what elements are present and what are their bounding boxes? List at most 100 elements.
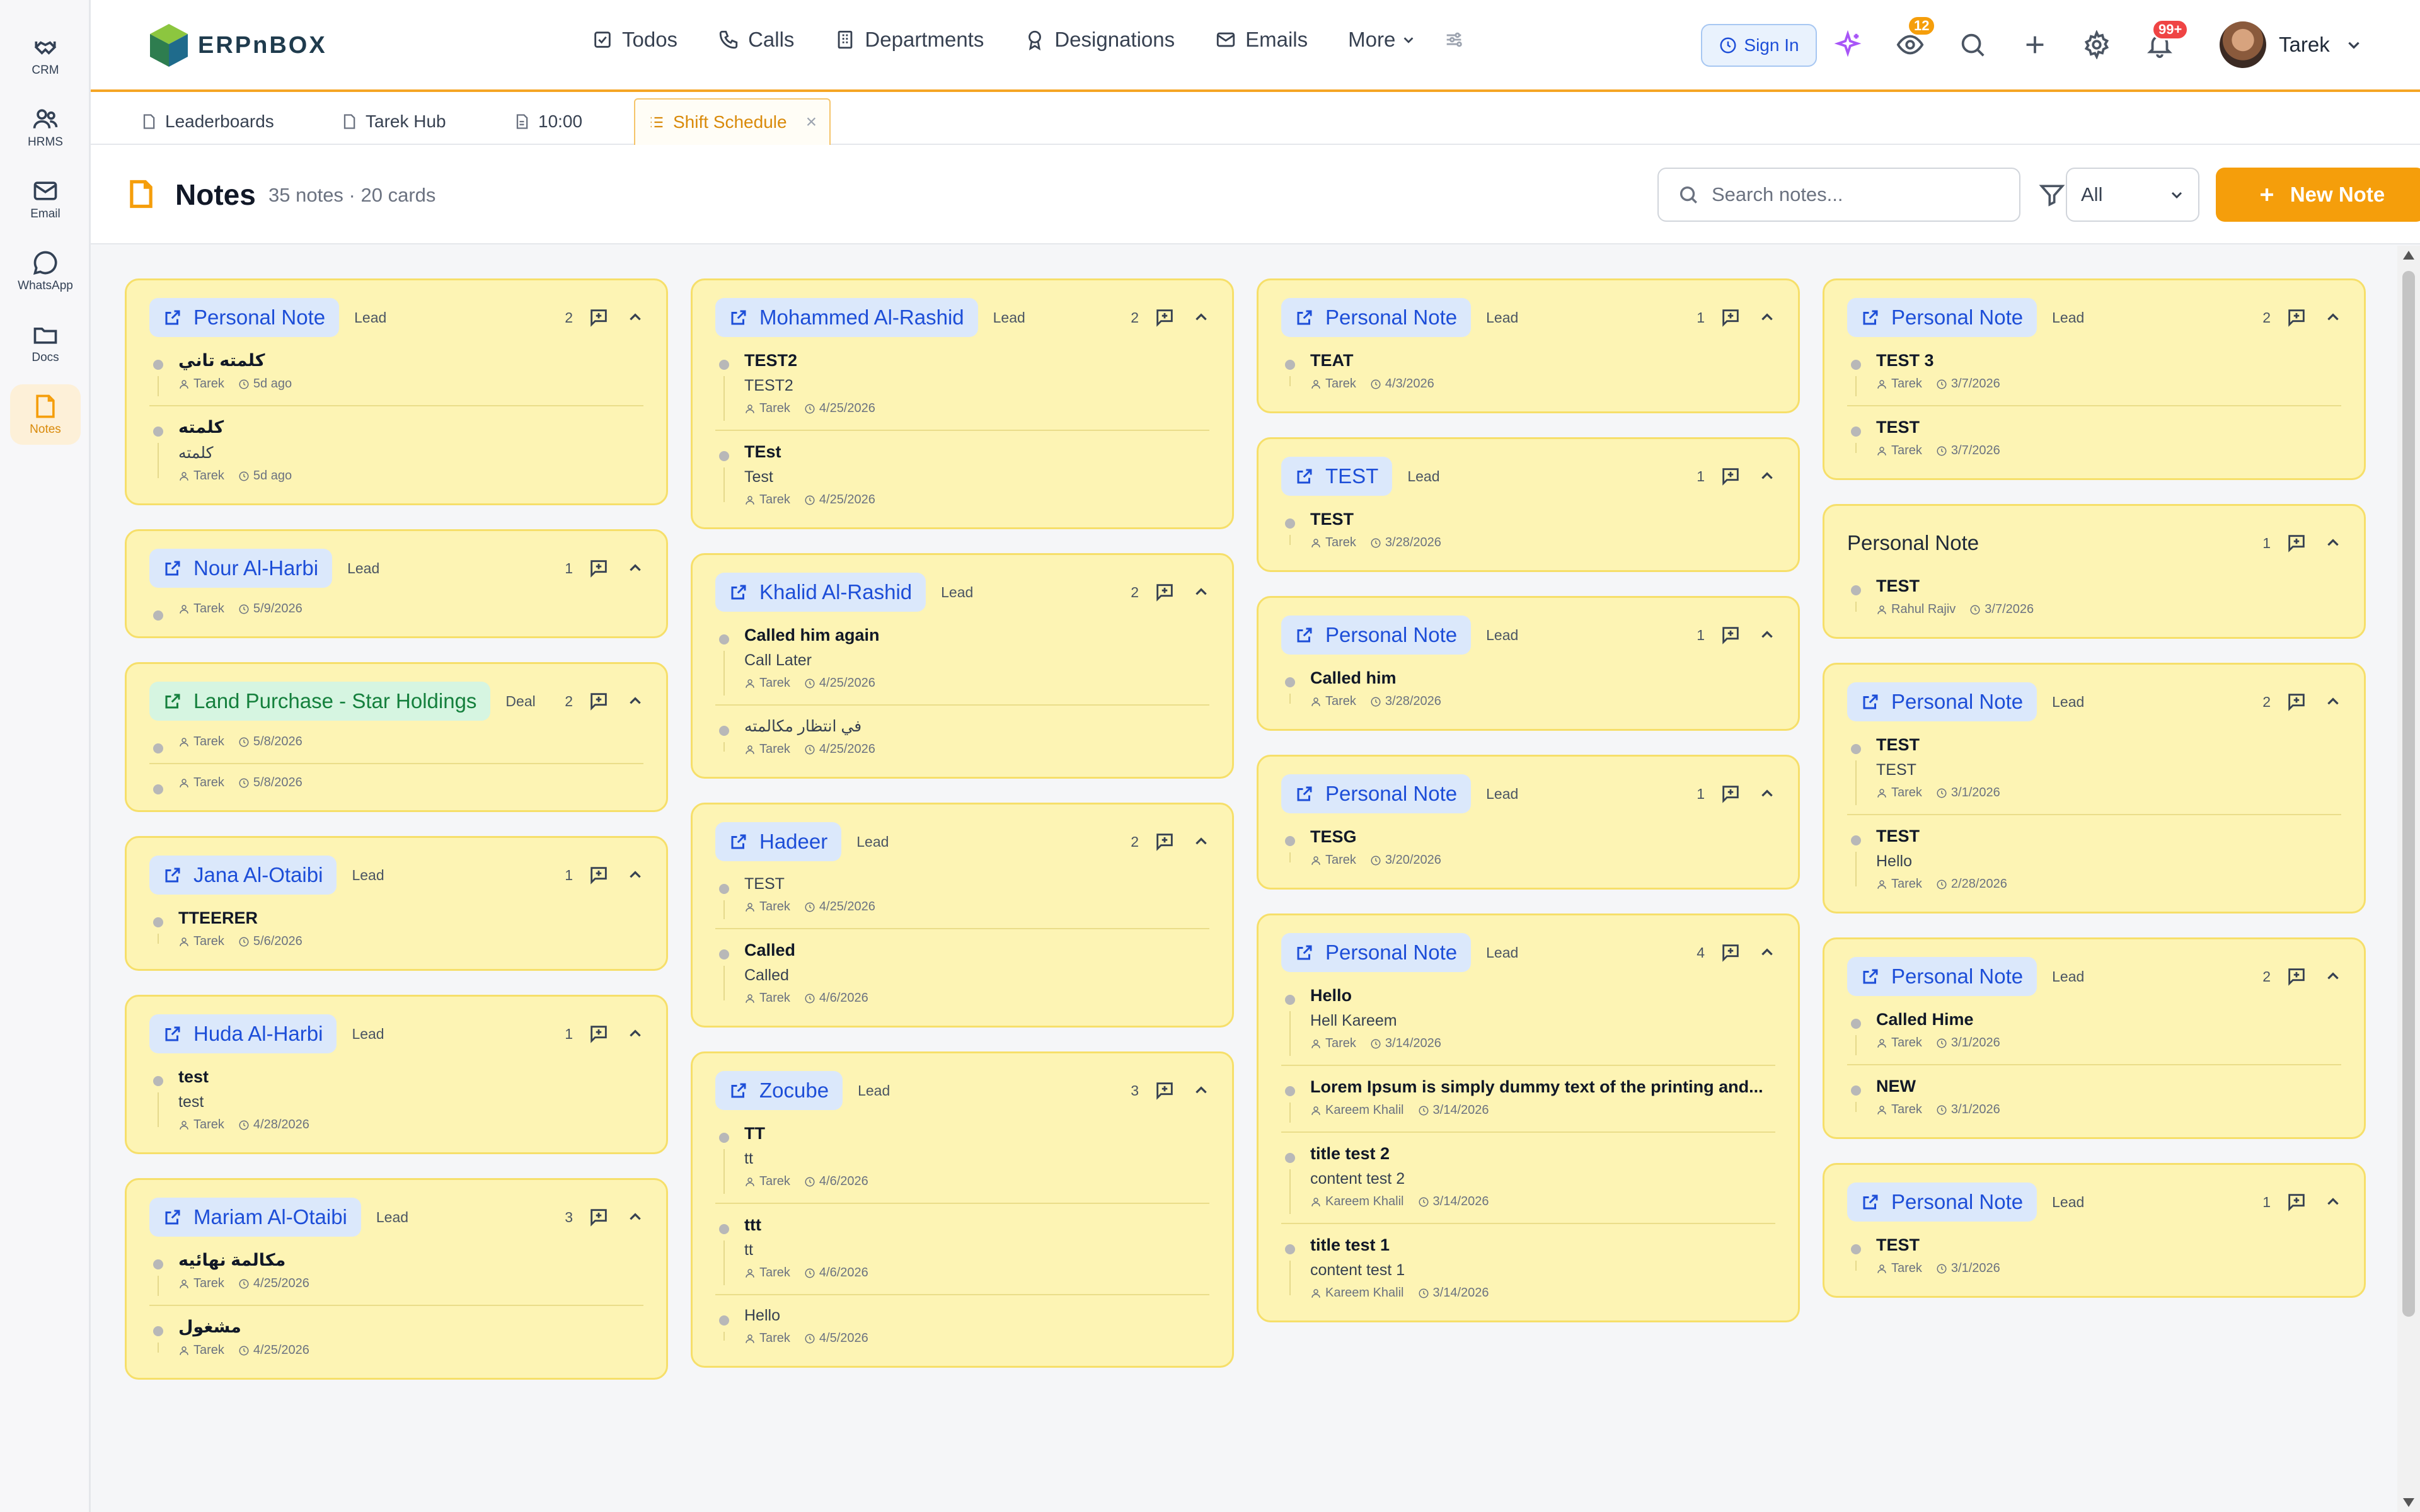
nav-departments[interactable]: Departments — [834, 28, 984, 52]
add-comment-icon[interactable] — [588, 558, 609, 579]
tab-leaderboards[interactable]: Leaderboards — [127, 98, 287, 145]
record-link-chip[interactable]: TEST — [1281, 457, 1393, 496]
note-item[interactable]: Tarek 5/9/2026 — [149, 602, 643, 621]
gear-icon[interactable] — [2082, 30, 2111, 59]
note-item[interactable]: title test 2 content test 2 Kareem Khalil 3… — [1281, 1144, 1775, 1224]
scroll-up-arrow[interactable] — [2403, 251, 2414, 260]
rail-item-notes[interactable]: Notes — [10, 384, 81, 445]
note-item[interactable]: Called Called Tarek 4/6/2026 — [715, 941, 1209, 1009]
record-link-chip[interactable]: Personal Note — [1847, 1183, 2037, 1222]
note-item[interactable]: Called him again Call Later Tarek 4/25/2026 — [715, 626, 1209, 706]
chevron-up-icon[interactable] — [627, 1209, 643, 1225]
record-link-chip[interactable]: Personal Note — [1281, 933, 1472, 972]
tab-shift-schedule[interactable]: Shift Schedule × — [634, 98, 831, 145]
note-item[interactable]: TEST Tarek 3/7/2026 — [1847, 418, 2341, 462]
note-item[interactable]: TEST Hello Tarek 2/28/2026 — [1847, 827, 2341, 895]
note-item[interactable]: Called Hime Tarek 3/1/2026 — [1847, 1010, 2341, 1065]
nav-more-menu[interactable]: More — [1348, 28, 1415, 52]
plus-icon[interactable] — [2020, 30, 2049, 59]
add-comment-icon[interactable] — [1720, 466, 1741, 487]
new-note-button[interactable]: New Note — [2216, 168, 2420, 222]
note-item[interactable]: TTEERER Tarek 5/6/2026 — [149, 908, 643, 953]
sign-in-button[interactable]: Sign In — [1701, 24, 1817, 67]
record-link-chip[interactable]: Personal Note — [1847, 298, 2037, 337]
record-link-chip[interactable]: Khalid Al-Rashid — [715, 573, 926, 612]
note-item[interactable]: TEST Tarek 3/1/2026 — [1847, 1235, 2341, 1280]
record-link-chip[interactable]: Nour Al-Harbi — [149, 549, 333, 588]
note-item[interactable]: TEST TEST Tarek 3/1/2026 — [1847, 735, 2341, 815]
chevron-up-icon[interactable] — [2325, 694, 2341, 710]
app-logo[interactable]: ERPnBOX — [146, 20, 327, 71]
rail-item-email[interactable]: Email — [10, 169, 81, 229]
record-link-chip[interactable]: Mariam Al-Otaibi — [149, 1198, 361, 1237]
note-item[interactable]: NEW Tarek 3/1/2026 — [1847, 1077, 2341, 1121]
tab-10-00[interactable]: 10:00 — [500, 98, 595, 145]
nav-calls[interactable]: Calls — [718, 28, 794, 52]
sparkles-icon[interactable] — [1833, 30, 1862, 59]
chevron-up-icon[interactable] — [1193, 1082, 1209, 1099]
record-link-chip[interactable]: Personal Note — [1847, 957, 2037, 996]
add-comment-icon[interactable] — [2286, 1191, 2307, 1213]
nav-designations[interactable]: Designations — [1024, 28, 1175, 52]
nav-todos[interactable]: Todos — [592, 28, 677, 52]
record-link-chip[interactable]: Huda Al-Harbi — [149, 1014, 337, 1053]
add-comment-icon[interactable] — [588, 864, 609, 886]
chevron-up-icon[interactable] — [1759, 468, 1775, 484]
note-item[interactable]: TEAT Tarek 4/3/2026 — [1281, 351, 1775, 395]
add-comment-icon[interactable] — [588, 1206, 609, 1228]
chevron-up-icon[interactable] — [627, 1026, 643, 1042]
close-tab-icon[interactable]: × — [806, 112, 817, 133]
note-item[interactable]: مشغول Tarek 4/25/2026 — [149, 1317, 643, 1361]
note-item[interactable]: TEST2 TEST2 Tarek 4/25/2026 — [715, 351, 1209, 431]
search-icon[interactable] — [1958, 30, 1987, 59]
note-item[interactable]: TESG Tarek 3/20/2026 — [1281, 827, 1775, 871]
add-comment-icon[interactable] — [2286, 966, 2307, 987]
note-item[interactable]: كلمته تاني Tarek 5d ago — [149, 351, 643, 406]
note-item[interactable]: Tarek 5/8/2026 — [149, 735, 643, 764]
chevron-up-icon[interactable] — [1759, 786, 1775, 802]
note-item[interactable]: Called him Tarek 3/28/2026 — [1281, 668, 1775, 713]
scrollbar-thumb[interactable] — [2402, 271, 2415, 1317]
chevron-up-icon[interactable] — [1193, 833, 1209, 850]
scroll-down-arrow[interactable] — [2403, 1498, 2414, 1507]
add-comment-icon[interactable] — [1154, 307, 1175, 328]
note-item[interactable]: Tarek 5/8/2026 — [149, 776, 643, 794]
note-item[interactable]: TT tt Tarek 4/6/2026 — [715, 1124, 1209, 1204]
record-link-chip[interactable]: Land Purchase - Star Holdings — [149, 682, 491, 721]
add-comment-icon[interactable] — [1720, 942, 1741, 963]
add-comment-icon[interactable] — [1154, 1080, 1175, 1101]
record-link-chip[interactable]: Personal Note — [149, 298, 340, 337]
tab-tarek-hub[interactable]: Tarek Hub — [328, 98, 459, 145]
note-item[interactable]: TEST 3 Tarek 3/7/2026 — [1847, 351, 2341, 406]
record-link-chip[interactable]: Personal Note — [1281, 616, 1472, 655]
note-item[interactable]: TEST Tarek 4/25/2026 — [715, 875, 1209, 929]
record-link-chip[interactable]: Personal Note — [1847, 682, 2037, 721]
search-box[interactable] — [1657, 168, 2020, 222]
add-comment-icon[interactable] — [2286, 691, 2307, 713]
user-name[interactable]: Tarek — [2279, 33, 2330, 57]
note-item[interactable]: مكالمة نهائيه Tarek 4/25/2026 — [149, 1251, 643, 1306]
add-comment-icon[interactable] — [2286, 532, 2307, 554]
add-comment-icon[interactable] — [1720, 783, 1741, 805]
record-link-chip[interactable]: Personal Note — [1281, 298, 1472, 337]
chevron-up-icon[interactable] — [1759, 627, 1775, 643]
note-item[interactable]: TEST Tarek 3/28/2026 — [1281, 510, 1775, 554]
add-comment-icon[interactable] — [1720, 624, 1741, 646]
filter-icon[interactable] — [2038, 181, 2066, 209]
vertical-scrollbar[interactable] — [2397, 246, 2420, 1512]
add-comment-icon[interactable] — [1154, 831, 1175, 852]
add-comment-icon[interactable] — [1154, 581, 1175, 603]
chevron-up-icon[interactable] — [2325, 535, 2341, 551]
filter-select[interactable]: All — [2066, 168, 2199, 222]
chevron-up-icon[interactable] — [627, 560, 643, 576]
add-comment-icon[interactable] — [588, 1023, 609, 1045]
chevron-up-icon[interactable] — [2325, 309, 2341, 326]
add-comment-icon[interactable] — [588, 307, 609, 328]
sliders-icon[interactable] — [1443, 29, 1465, 50]
record-link-chip[interactable]: Jana Al-Otaibi — [149, 856, 337, 895]
chevron-up-icon[interactable] — [1759, 309, 1775, 326]
note-item[interactable]: title test 1 content test 1 Kareem Khalil 3… — [1281, 1235, 1775, 1304]
add-comment-icon[interactable] — [1720, 307, 1741, 328]
note-item[interactable]: Hello Hell Kareem Tarek 3/14/2026 — [1281, 986, 1775, 1066]
record-link-chip[interactable]: Zocube — [715, 1071, 843, 1110]
